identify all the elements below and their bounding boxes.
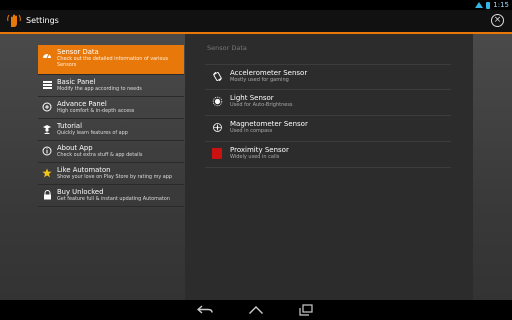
panel-header: Sensor Data [207,44,247,52]
recents-button[interactable] [298,303,314,317]
wifi-icon [475,2,484,8]
proximity-icon [211,147,223,159]
back-icon [197,305,213,314]
info-icon [42,146,52,156]
sidebar-item-sensor-data[interactable]: Sensor Data Check out the detailed infor… [38,45,184,75]
close-icon: × [493,15,502,25]
proximity-swatch [212,147,222,159]
page-title: Settings [26,16,59,25]
sensor-sub: Widely used in calls [230,154,280,160]
sensor-list: Accelerometer Sensor Mostly used for gam… [205,64,451,168]
status-icons: 1:15 [475,0,509,10]
hand-logo-icon[interactable] [4,12,24,30]
sensor-label: Accelerometer Sensor [230,69,308,77]
sidebar-item-like-automaton[interactable]: Like Automaton Show your love on Play St… [38,163,184,185]
sidebar-item-sub: Modify the app according to needs [57,86,142,92]
brightness-icon [211,95,223,107]
sidebar-item-tutorial[interactable]: Tutorial Quickly learn features of app [38,119,184,141]
sidebar-item-label: Tutorial [57,122,82,130]
star-icon [42,168,52,178]
sensor-item-accelerometer[interactable]: Accelerometer Sensor Mostly used for gam… [205,64,451,90]
sensor-item-proximity[interactable]: Proximity Sensor Widely used in calls [205,142,451,168]
sensor-sub: Used in compass [230,128,273,134]
sensor-item-magnetometer[interactable]: Magnetometer Sensor Used in compass [205,116,451,142]
sidebar-item-sub: Check out extra stuff & app details [57,152,143,158]
status-bar: 1:15 [0,0,512,10]
sensor-label: Light Sensor [230,94,274,102]
rotate-icon [211,70,223,82]
status-time: 1:15 [493,1,509,9]
sidebar-item-about-app[interactable]: About App Check out extra stuff & app de… [38,141,184,163]
sensor-sub: Used for Auto-Brightness [230,102,293,108]
sidebar-item-sub: Check out the detailed information of va… [57,56,169,68]
back-button[interactable] [197,303,213,317]
battery-icon [486,1,491,9]
sidebar: Sensor Data Check out the detailed infor… [38,45,184,207]
lock-icon [42,190,52,200]
panel-icon [42,80,52,90]
sidebar-item-sub: High comfort & in-depth access [57,108,135,114]
sensor-item-light[interactable]: Light Sensor Used for Auto-Brightness [205,90,451,116]
sidebar-item-sub: Get feature full & instant updating Auto… [57,196,170,202]
sensor-label: Magnetometer Sensor [230,120,308,128]
sensor-sub: Mostly used for gaming [230,77,289,83]
sidebar-item-advance-panel[interactable]: Advance Panel High comfort & in-depth ac… [38,97,184,119]
sidebar-item-label: Like Automaton [57,166,111,174]
sidebar-item-label: Advance Panel [57,100,107,108]
home-icon [249,306,263,314]
sidebar-item-label: Sensor Data [57,48,99,56]
speedometer-icon [42,50,52,60]
close-button[interactable]: × [491,14,504,27]
sidebar-item-basic-panel[interactable]: Basic Panel Modify the app according to … [38,75,184,97]
action-bar: Settings × [0,10,512,34]
main-content: Sensor Data Check out the detailed infor… [0,34,512,300]
sidebar-item-label: About App [57,144,93,152]
sidebar-item-label: Buy Unlocked [57,188,104,196]
sidebar-item-label: Basic Panel [57,78,96,86]
sidebar-item-buy-unlocked[interactable]: Buy Unlocked Get feature full & instant … [38,185,184,207]
plus-icon [42,102,52,112]
recents-icon [299,304,313,316]
sidebar-item-sub: Show your love on Play Store by rating m… [57,174,173,180]
home-button[interactable] [248,303,264,317]
sidebar-item-sub: Quickly learn features of app [57,130,128,136]
sensor-panel: Sensor Data Accelerometer Sensor Mostly … [185,34,473,300]
sensor-label: Proximity Sensor [230,146,289,154]
compass-icon [211,121,223,133]
navigation-bar [0,300,512,320]
graduate-icon [42,124,52,134]
